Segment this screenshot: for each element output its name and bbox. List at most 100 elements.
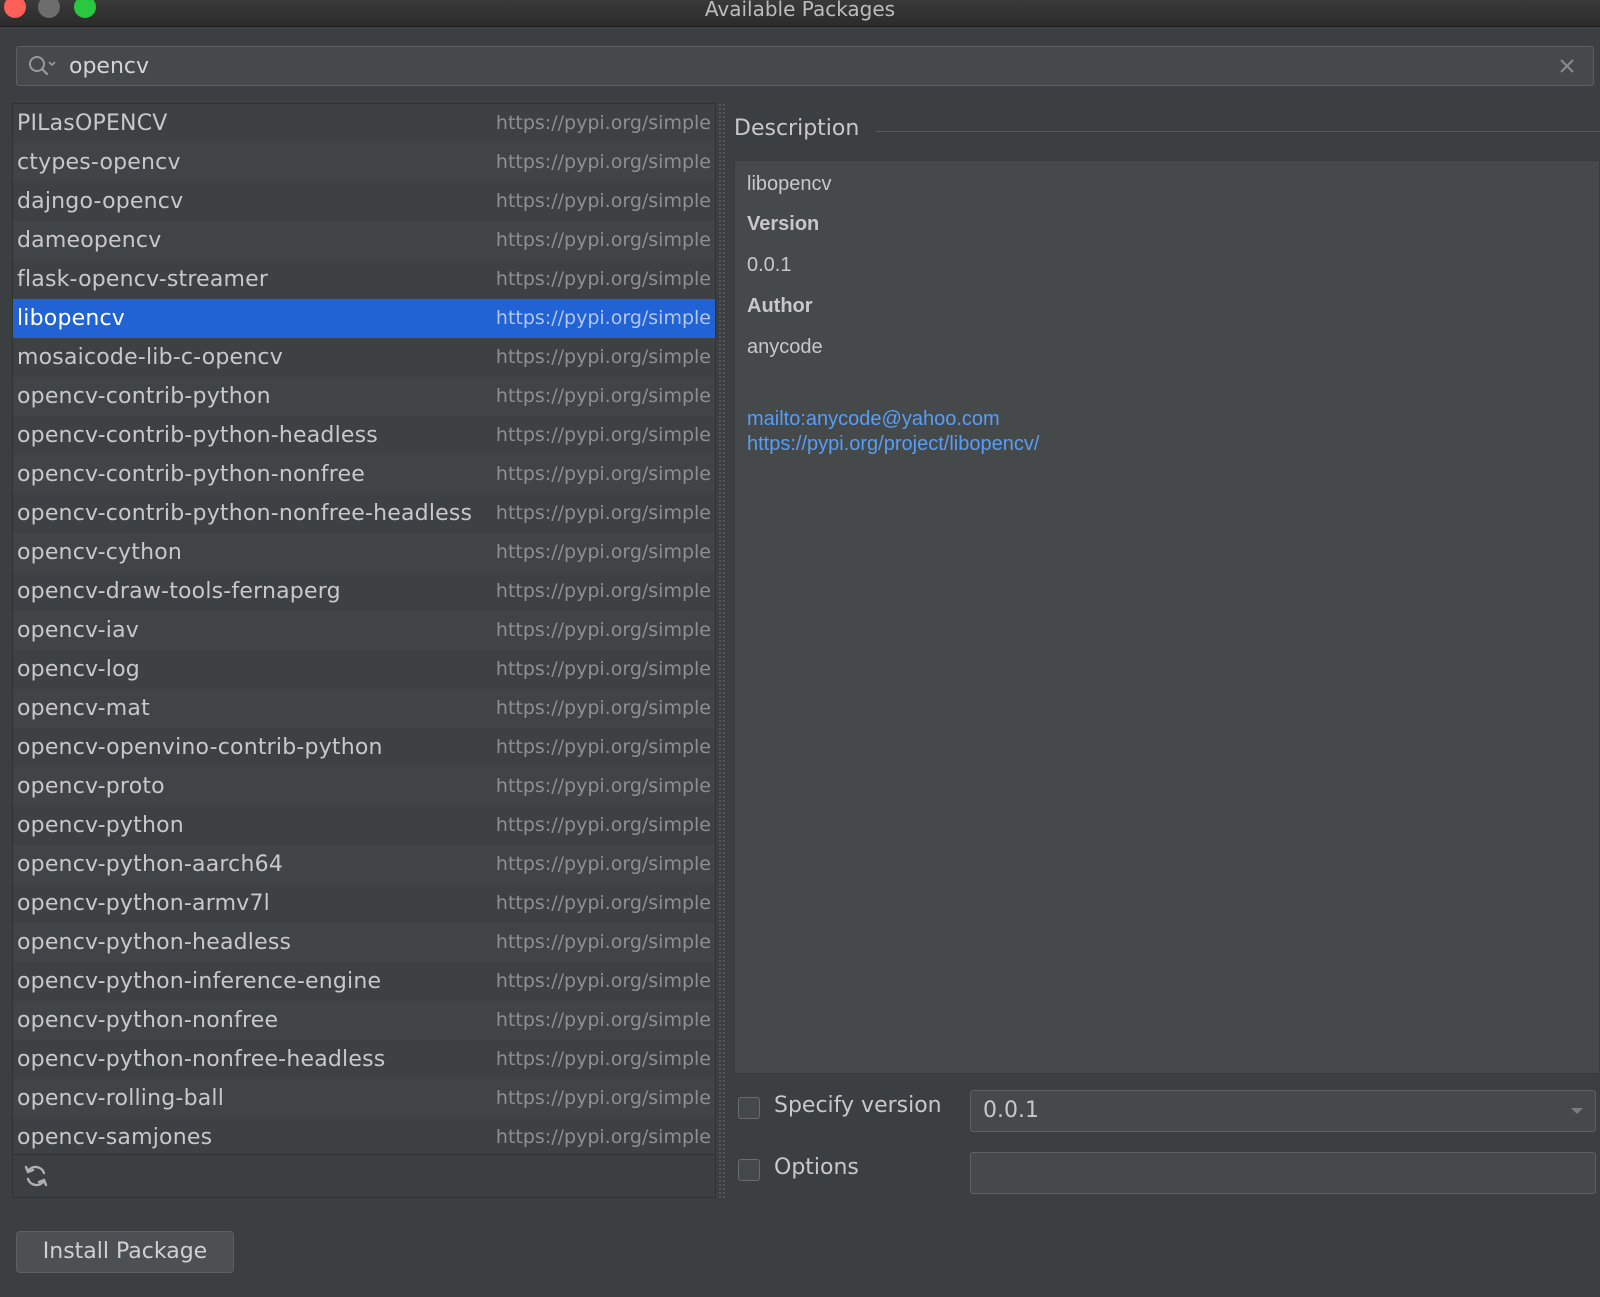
window-title: Available Packages (704, 0, 896, 21)
package-repository: https://pypi.org/simple (495, 619, 711, 641)
package-row[interactable]: opencv-proto https://pypi.org/simple (13, 767, 715, 806)
package-row[interactable]: PILasOPENCV https://pypi.org/simple (13, 104, 715, 143)
package-list-footer (13, 1154, 715, 1197)
package-repository: https://pypi.org/simple (495, 580, 711, 602)
package-row[interactable]: opencv-rolling-ball https://pypi.org/simp… (13, 1079, 715, 1118)
package-name: ctypes-opencv (17, 150, 181, 175)
package-repository: https://pypi.org/simple (495, 268, 711, 290)
package-row[interactable]: ctypes-opencv https://pypi.org/simple (13, 143, 715, 182)
package-row[interactable]: opencv-contrib-python-nonfree https://pyp… (13, 455, 715, 494)
package-name: opencv-contrib-python-nonfree (17, 462, 365, 487)
package-name: opencv-cython (17, 540, 183, 565)
package-row[interactable]: opencv-python-nonfree https://pypi.org/si… (13, 1001, 715, 1040)
package-row[interactable]: libopencv https://pypi.org/simple (13, 299, 715, 338)
package-name: mosaicode-lib-c-opencv (17, 345, 283, 370)
package-repository: https://pypi.org/simple (495, 424, 711, 446)
close-icon[interactable] (1555, 54, 1579, 78)
title-bar: Available Packages (0, 0, 1600, 27)
package-row[interactable]: opencv-log https://pypi.org/simple (13, 650, 715, 689)
package-repository: https://pypi.org/simple (495, 541, 711, 563)
package-name: opencv-python-nonfree-headless (17, 1047, 386, 1072)
package-repository: https://pypi.org/simple (495, 1048, 711, 1070)
description-divider (876, 131, 1600, 132)
package-row[interactable]: mosaicode-lib-c-opencv https://pypi.org/s… (13, 338, 715, 377)
package-name: opencv-samjones (17, 1125, 213, 1150)
package-row[interactable]: opencv-samjones https://pypi.org/simple (13, 1118, 715, 1157)
search-field[interactable] (16, 46, 1594, 86)
version-select[interactable]: 0.0.1 (970, 1090, 1596, 1132)
package-row[interactable]: opencv-python-armv7l https://pypi.org/sim… (13, 884, 715, 923)
specify-version-label: Specify version (774, 1093, 942, 1118)
package-name: opencv-draw-tools-fernaperg (17, 579, 341, 604)
package-repository: https://pypi.org/simple (495, 1087, 711, 1109)
package-row[interactable]: opencv-python-aarch64 https://pypi.org/si… (13, 845, 715, 884)
description-package-name: libopencv (747, 173, 832, 195)
options-checkbox[interactable] (738, 1159, 760, 1181)
package-row[interactable]: dameopencv https://pypi.org/simple (13, 221, 715, 260)
options-input[interactable] (970, 1152, 1596, 1194)
package-row[interactable]: opencv-draw-tools-fernaperg https://pypi.… (13, 572, 715, 611)
package-repository: https://pypi.org/simple (495, 112, 711, 134)
description-title: Description (734, 116, 872, 141)
description-author-label: Author (747, 295, 813, 317)
package-repository: https://pypi.org/simple (495, 307, 711, 329)
package-row[interactable]: opencv-python https://pypi.org/simple (13, 806, 715, 845)
description-email-link[interactable]: mailto:anycode@yahoo.com (747, 408, 1000, 431)
package-name: dameopencv (17, 228, 162, 253)
chevron-down-icon (1571, 1108, 1583, 1114)
package-row[interactable]: opencv-python-nonfree-headless https://py… (13, 1040, 715, 1079)
package-row[interactable]: opencv-iav https://pypi.org/simple (13, 611, 715, 650)
package-repository: https://pypi.org/simple (495, 814, 711, 836)
search-icon[interactable] (27, 54, 57, 78)
package-row[interactable]: dajngo-opencv https://pypi.org/simple (13, 182, 715, 221)
package-repository: https://pypi.org/simple (495, 658, 711, 680)
description-version-value: 0.0.1 (747, 254, 792, 276)
package-repository: https://pypi.org/simple (495, 892, 711, 914)
package-row[interactable]: opencv-cython https://pypi.org/simple (13, 533, 715, 572)
package-repository: https://pypi.org/simple (495, 463, 711, 485)
package-row[interactable]: opencv-openvino-contrib-python https://py… (13, 728, 715, 767)
package-repository: https://pypi.org/simple (495, 1009, 711, 1031)
package-list-panel: PILasOPENCV https://pypi.org/simple ctypes… (12, 103, 716, 1198)
package-name: libopencv (17, 306, 126, 331)
package-repository: https://pypi.org/simple (495, 346, 711, 368)
description-panel: libopencv Version 0.0.1 Author anycode m… (734, 160, 1600, 1074)
package-name: opencv-python-aarch64 (17, 852, 284, 877)
package-name: opencv-iav (17, 618, 139, 643)
package-repository: https://pypi.org/simple (495, 190, 711, 212)
package-row[interactable]: opencv-python-inference-engine https://py… (13, 962, 715, 1001)
package-name: opencv-contrib-python-headless (17, 423, 378, 448)
package-name: opencv-rolling-ball (17, 1086, 225, 1111)
package-repository: https://pypi.org/simple (495, 970, 711, 992)
refresh-icon[interactable] (23, 1163, 49, 1189)
package-name: opencv-contrib-python-nonfree-headless (17, 501, 473, 526)
panel-splitter[interactable] (718, 103, 726, 1198)
package-name: opencv-python-nonfree (17, 1008, 279, 1033)
package-repository: https://pypi.org/simple (495, 151, 711, 173)
package-repository: https://pypi.org/simple (495, 931, 711, 953)
package-list[interactable]: PILasOPENCV https://pypi.org/simple ctypes… (13, 104, 715, 1157)
package-row[interactable]: opencv-contrib-python https://pypi.org/si… (13, 377, 715, 416)
install-package-button[interactable]: Install Package (16, 1231, 234, 1273)
version-select-value: 0.0.1 (983, 1098, 1039, 1123)
package-name: opencv-log (17, 657, 140, 682)
package-row[interactable]: opencv-contrib-python-headless https://py… (13, 416, 715, 455)
package-repository: https://pypi.org/simple (495, 853, 711, 875)
package-repository: https://pypi.org/simple (495, 229, 711, 251)
description-version-label: Version (747, 213, 820, 235)
package-name: opencv-python (17, 813, 184, 838)
description-author-value: anycode (747, 336, 823, 358)
package-name: opencv-contrib-python (17, 384, 271, 409)
search-input[interactable] (67, 47, 1529, 85)
package-row[interactable]: opencv-python-headless https://pypi.org/s… (13, 923, 715, 962)
description-project-link[interactable]: https://pypi.org/project/libopencv/ (747, 433, 1039, 456)
package-row[interactable]: opencv-mat https://pypi.org/simple (13, 689, 715, 728)
package-name: opencv-mat (17, 696, 150, 721)
package-name: opencv-python-inference-engine (17, 969, 382, 994)
package-name: dajngo-opencv (17, 189, 184, 214)
package-name: opencv-openvino-contrib-python (17, 735, 383, 760)
specify-version-checkbox[interactable] (738, 1097, 760, 1119)
package-row[interactable]: opencv-contrib-python-nonfree-headless ht… (13, 494, 715, 533)
package-name: opencv-proto (17, 774, 165, 799)
package-row[interactable]: flask-opencv-streamer https://pypi.org/si… (13, 260, 715, 299)
